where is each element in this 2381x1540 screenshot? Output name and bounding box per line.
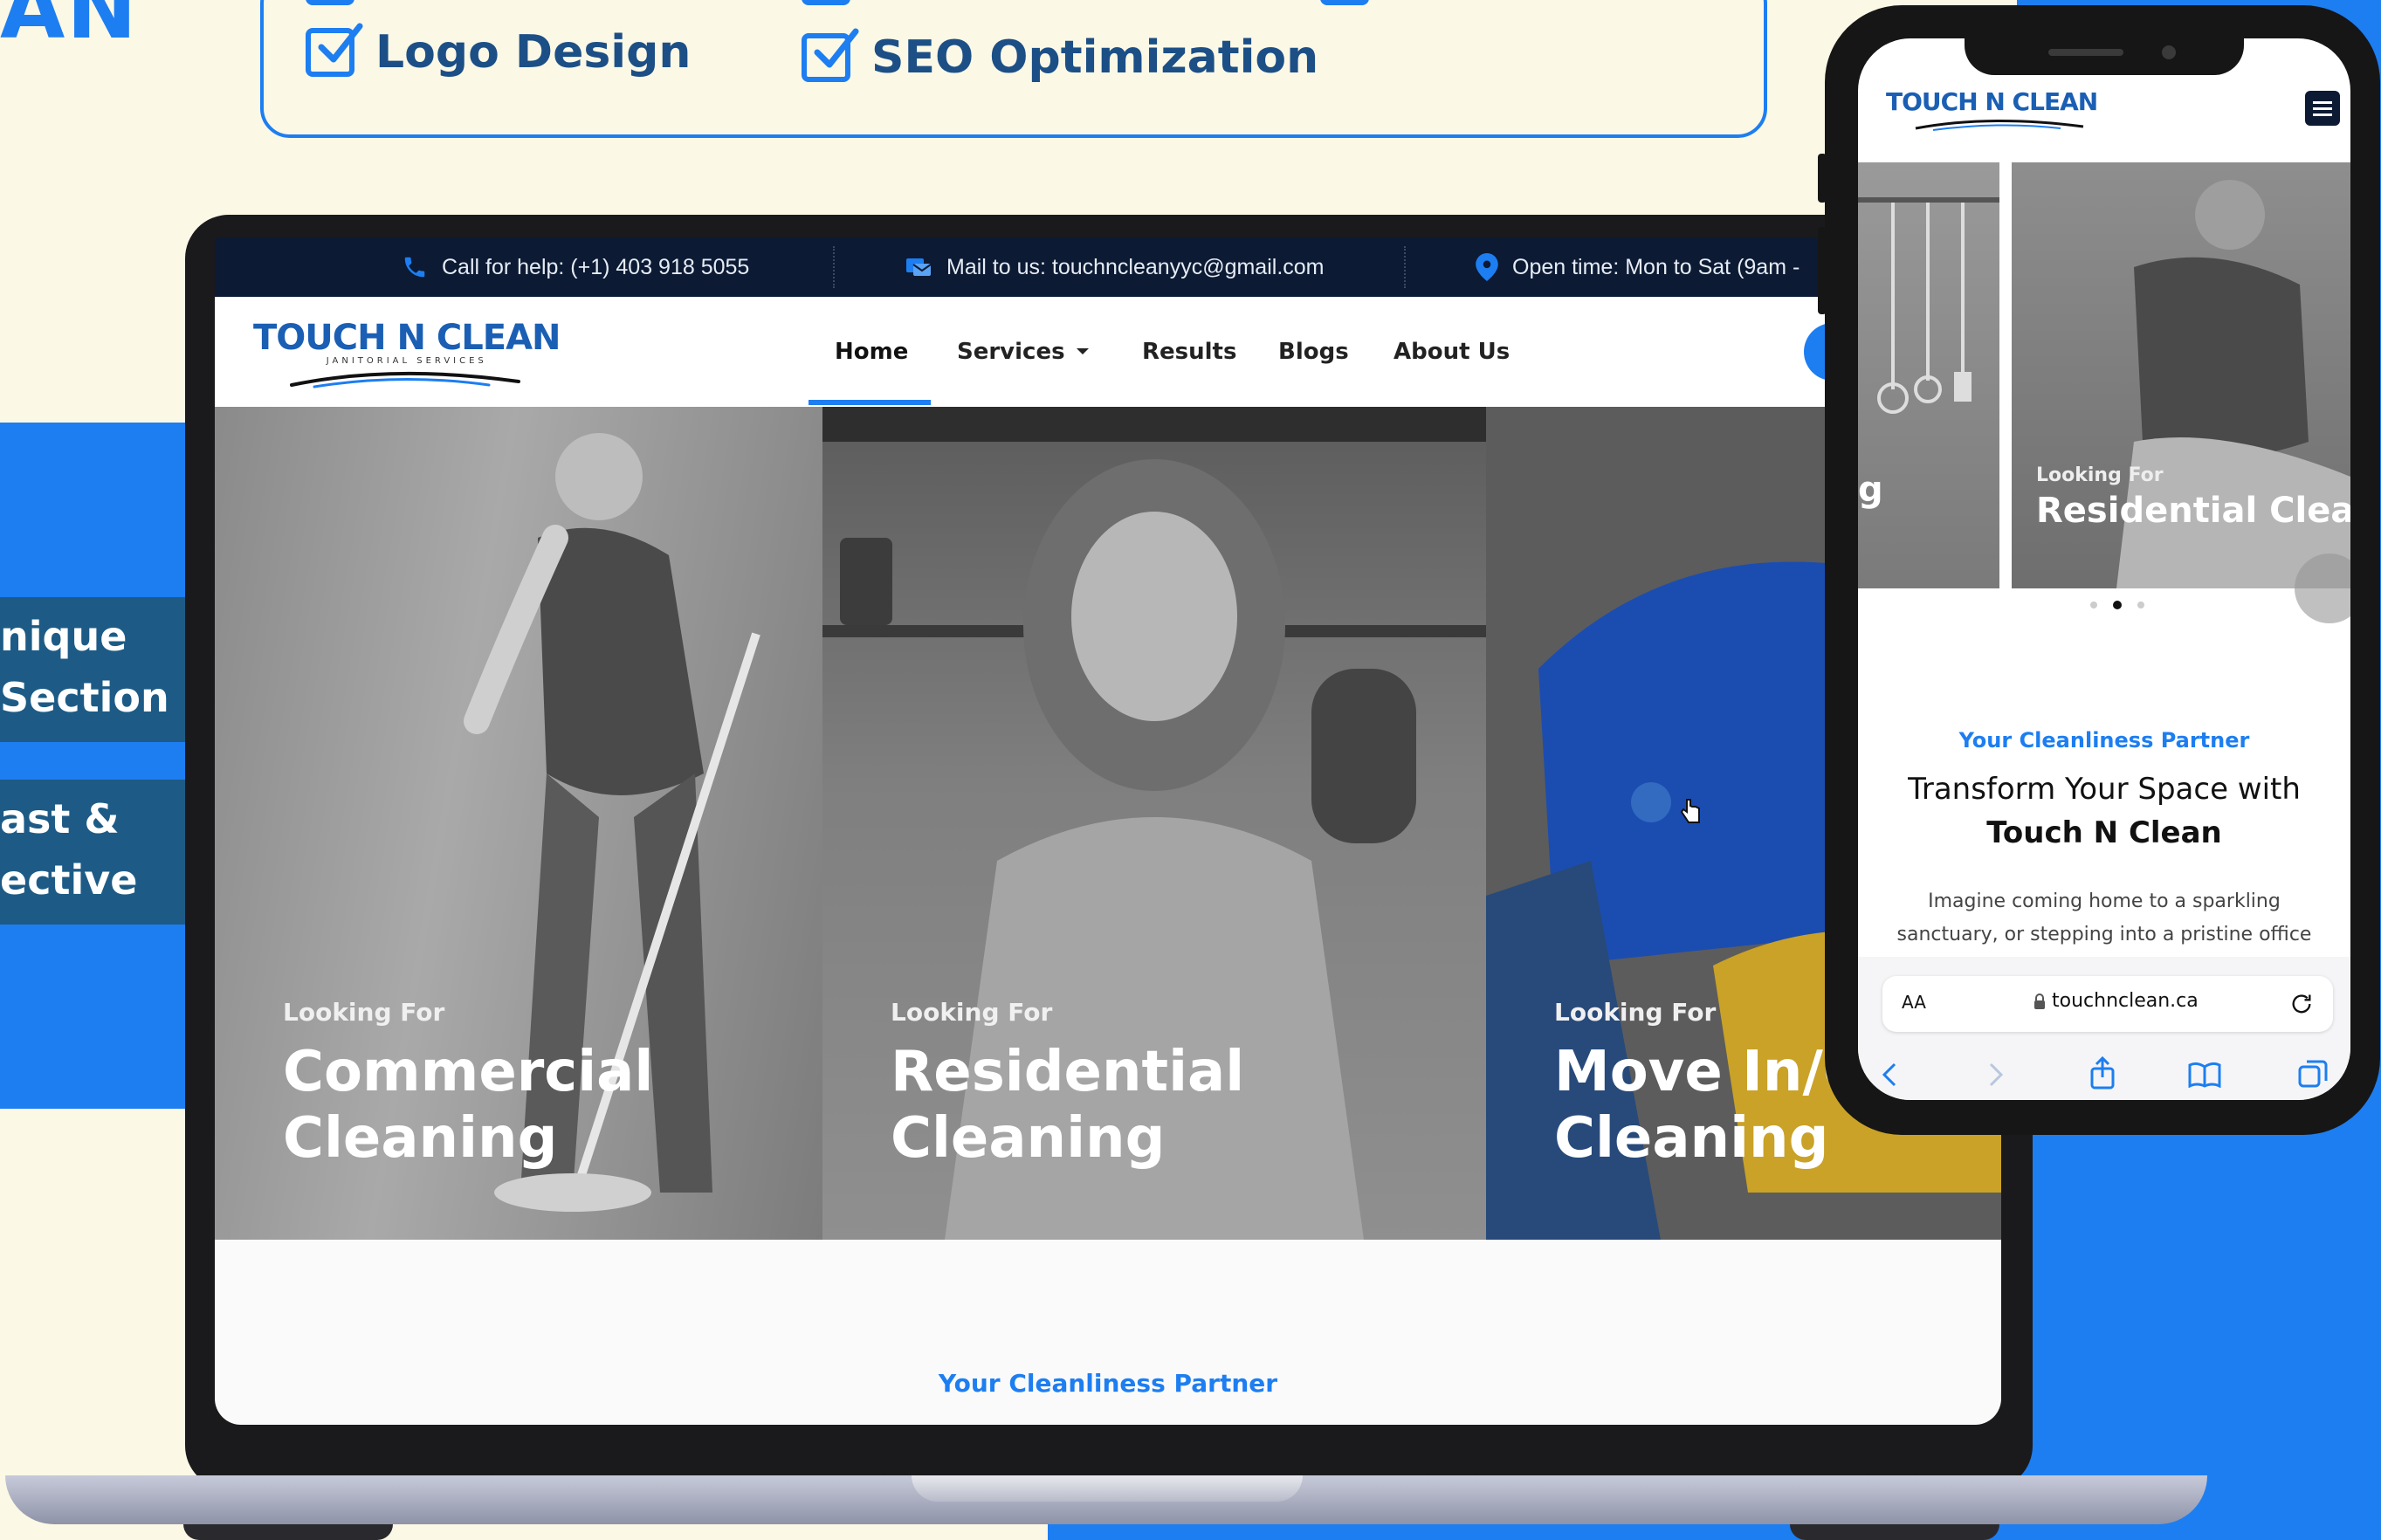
phone-slide-current[interactable]: Looking For Residential Clea <box>2012 162 2350 588</box>
nav-services[interactable]: Services <box>957 297 1090 407</box>
laptop-notch <box>912 1475 1303 1502</box>
mail-icon <box>906 258 932 276</box>
phone-screen: TOUCH N CLEAN g Looking For Residential … <box>1858 38 2350 1100</box>
nav-blogs[interactable]: Blogs <box>1278 297 1349 407</box>
share-icon[interactable] <box>2089 1056 2116 1090</box>
hero-panel-commercial[interactable]: Looking For Commercial Cleaning <box>215 407 822 1240</box>
phone-heading-line2: Touch N Clean <box>1986 815 2222 850</box>
phone-body-line2: sanctuary, or stepping into a pristine o… <box>1896 924 2312 945</box>
nav-results[interactable]: Results <box>1142 297 1236 407</box>
topbar-open: Open time: Mon to Sat (9am - <box>1476 237 1800 297</box>
feature-label: Logo Design <box>375 26 692 79</box>
slider-dot[interactable] <box>2090 602 2097 608</box>
side-card-unique-section: nique Section <box>0 597 185 742</box>
side-card-fast-effective: ast & ective <box>0 780 185 925</box>
laptop-foot <box>183 1524 393 1540</box>
back-chevron-icon[interactable] <box>1879 1062 1900 1088</box>
side-card-line: nique <box>0 613 127 660</box>
side-card-line: ast & <box>0 795 120 842</box>
phone-speaker <box>2048 49 2123 56</box>
laptop-foot <box>1790 1524 1999 1540</box>
checkbox-icon <box>802 0 850 5</box>
panel-eyebrow: Looking For <box>1554 998 1717 1027</box>
nav-label: Services <box>957 339 1065 365</box>
nav-about-us[interactable]: About Us <box>1394 297 1510 407</box>
laptop-screen: Call for help: (+1) 403 918 5055 Mail to… <box>215 237 2001 1425</box>
brand-fragment: AN <box>0 0 139 58</box>
feature-logo-design: Logo Design <box>306 23 692 79</box>
phone-dynamic-island <box>1965 35 2244 75</box>
topbar-call-text: Call for help: (+1) 403 918 5055 <box>442 254 750 279</box>
kitchen-utensils-photo <box>1858 197 1999 414</box>
hand-cursor-icon <box>1680 799 1700 823</box>
nav-home[interactable]: Home <box>835 297 908 407</box>
slider-dot[interactable] <box>2137 602 2144 608</box>
phone-partner-label: Your Cleanliness Partner <box>1958 728 2250 753</box>
phone-slide-prev[interactable]: g <box>1858 162 1999 588</box>
reload-icon[interactable] <box>2289 992 2314 1016</box>
cursor-highlight <box>1631 782 1671 822</box>
slider-dot-active[interactable] <box>2113 601 2122 609</box>
topbar-mail-text: Mail to us: touchncleanyyc@gmail.com <box>946 254 1325 279</box>
site-navbar: TOUCH N CLEAN JANITORIAL SERVICES Home S… <box>215 297 2001 407</box>
phone-icon <box>404 257 425 278</box>
location-pin-icon <box>1476 253 1498 281</box>
partner-label: Your Cleanliness Partner <box>938 1369 1278 1398</box>
phone-slider-dots <box>2090 601 2144 609</box>
topbar-mail[interactable]: Mail to us: touchncleanyyc@gmail.com <box>905 237 1325 297</box>
checkbox-checked-icon <box>802 28 859 82</box>
logo-name: TOUCH N CLEAN <box>253 318 561 358</box>
panel-eyebrow: Looking For <box>283 998 445 1027</box>
forward-chevron-icon[interactable] <box>1985 1062 2006 1088</box>
phone-body-line1: Imagine coming home to a sparkling <box>1928 890 2281 912</box>
site-topbar: Call for help: (+1) 403 918 5055 Mail to… <box>215 237 2001 297</box>
phone-logo[interactable]: TOUCH N CLEAN <box>1886 87 2098 134</box>
nav-label: About Us <box>1394 339 1510 365</box>
phone-slide-eyebrow: Looking For <box>2036 464 2164 486</box>
topbar-call[interactable]: Call for help: (+1) 403 918 5055 <box>402 237 749 297</box>
hamburger-menu-button[interactable] <box>2305 91 2340 126</box>
blue-side-block <box>0 423 210 1109</box>
side-card-line: Section <box>0 674 169 721</box>
feature-label: SEO Optimization <box>871 31 1319 84</box>
feature-seo-optimization: SEO Optimization <box>802 28 1319 84</box>
address-url: touchnclean.ca <box>2052 990 2199 1012</box>
topbar-divider <box>1404 246 1407 288</box>
phone-slide-prev-title: g <box>1858 470 1883 510</box>
menu-icon <box>2313 101 2332 116</box>
nav-label: Home <box>835 339 909 365</box>
logo-swoosh-icon <box>1915 120 2084 131</box>
checkbox-icon <box>1320 0 1369 5</box>
tabs-icon[interactable] <box>2298 1060 2328 1090</box>
caret-down-icon <box>1076 348 1089 354</box>
phone-address-bar[interactable]: AA touchnclean.ca <box>1882 976 2333 1032</box>
side-card-line: ective <box>0 856 138 904</box>
phone-logo-name: TOUCH N CLEAN <box>1886 87 2098 116</box>
phone-slider-next-button[interactable] <box>2295 553 2350 623</box>
phone-camera-icon <box>2162 45 2176 59</box>
checkbox-checked-icon <box>306 23 363 77</box>
panel-title: Move In/C Cleaning <box>1554 1040 1864 1171</box>
checkbox-icon <box>306 0 354 5</box>
lock-icon <box>2034 993 2045 1009</box>
topbar-divider <box>833 246 836 288</box>
panel-title: Residential Cleaning <box>891 1040 1245 1171</box>
nav-label: Blogs <box>1278 339 1349 365</box>
nav-active-underline <box>809 400 931 405</box>
phone-slide-title: Residential Clea <box>2036 491 2350 531</box>
panel-title: Commercial Cleaning <box>283 1040 654 1171</box>
hero-panel-residential[interactable]: Looking For Residential Cleaning <box>822 407 1486 1240</box>
phone-heading-line1: Transform Your Space with <box>1908 772 2301 807</box>
site-logo[interactable]: TOUCH N CLEAN JANITORIAL SERVICES <box>253 318 561 390</box>
nav-label: Results <box>1142 339 1237 365</box>
bookmarks-icon[interactable] <box>2188 1062 2221 1088</box>
logo-swoosh-icon <box>290 371 520 388</box>
topbar-open-text: Open time: Mon to Sat (9am - <box>1512 254 1800 279</box>
text-size-button[interactable]: AA <box>1902 992 1926 1013</box>
panel-eyebrow: Looking For <box>891 998 1053 1027</box>
